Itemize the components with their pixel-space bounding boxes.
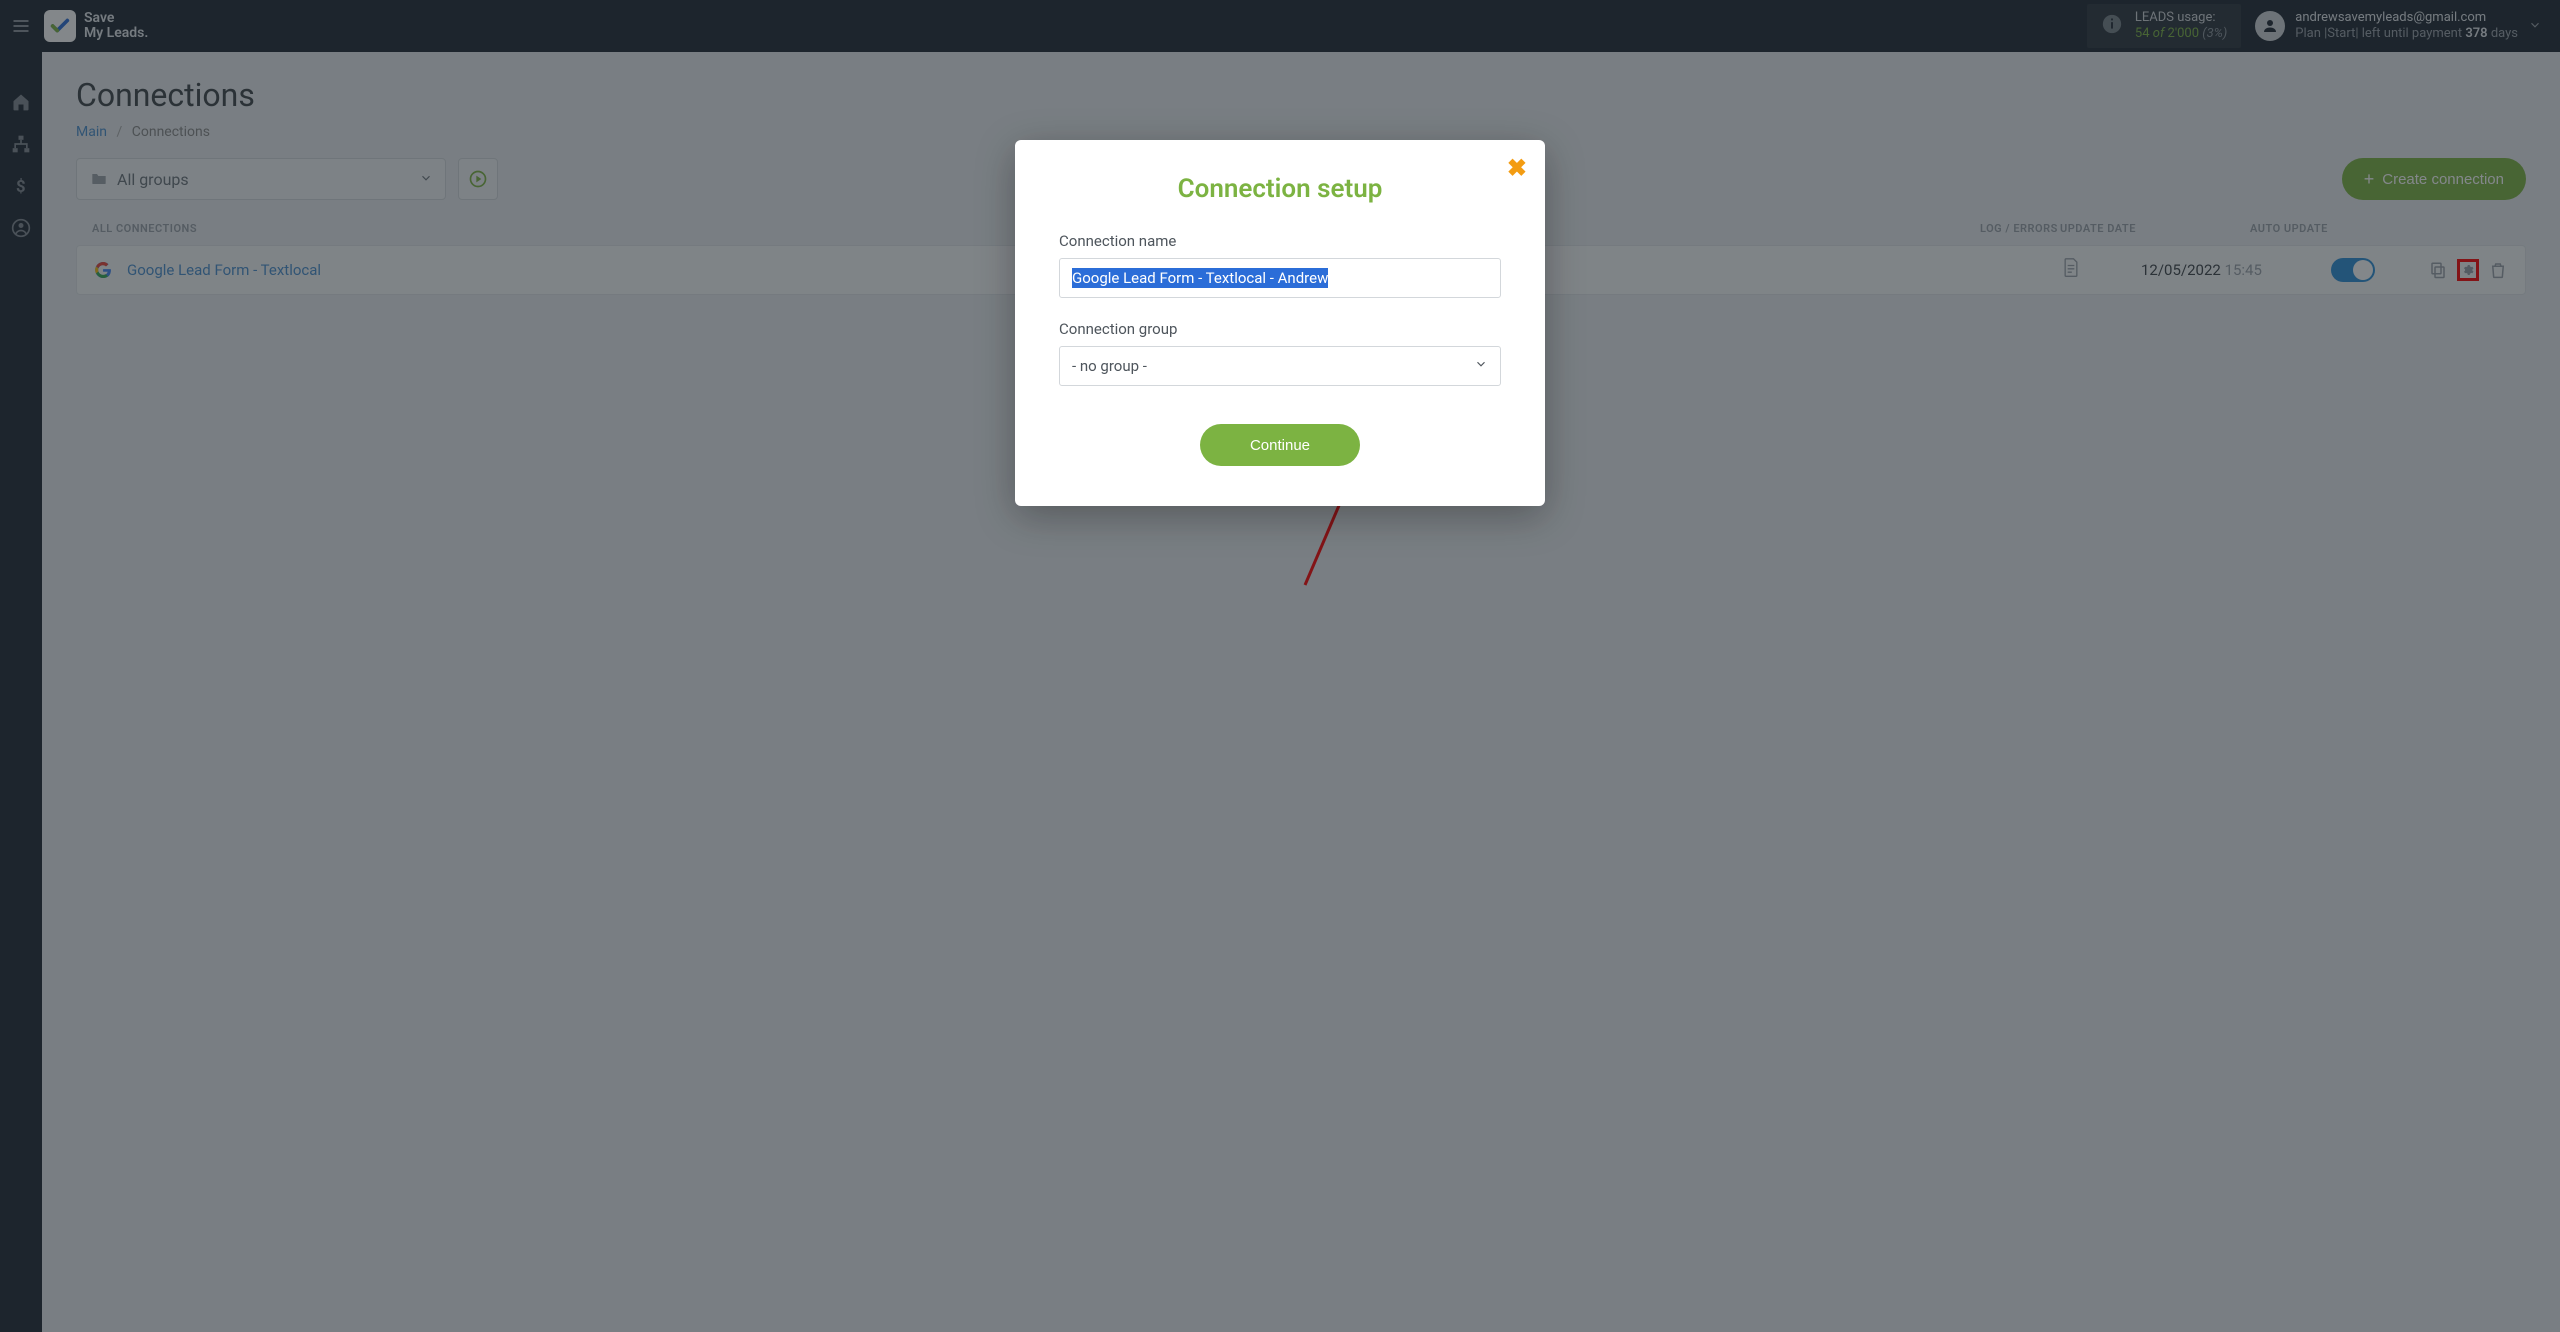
connection-group-select[interactable]: - no group -: [1059, 346, 1501, 386]
chevron-down-icon: [1474, 357, 1488, 375]
connection-group-label: Connection group: [1059, 320, 1501, 338]
modal-overlay[interactable]: ✖ Connection setup Connection name Googl…: [0, 0, 2560, 1332]
close-icon: ✖: [1507, 154, 1527, 182]
connection-setup-modal: ✖ Connection setup Connection name Googl…: [1015, 140, 1545, 506]
continue-button[interactable]: Continue: [1200, 424, 1360, 466]
modal-title: Connection setup: [1059, 174, 1501, 204]
close-button[interactable]: ✖: [1507, 154, 1527, 182]
connection-group-value: - no group -: [1072, 357, 1147, 375]
connection-name-label: Connection name: [1059, 232, 1501, 250]
connection-name-value: Google Lead Form - Textlocal - Andrew: [1072, 268, 1328, 288]
connection-name-input[interactable]: Google Lead Form - Textlocal - Andrew: [1059, 258, 1501, 298]
continue-label: Continue: [1250, 437, 1310, 454]
